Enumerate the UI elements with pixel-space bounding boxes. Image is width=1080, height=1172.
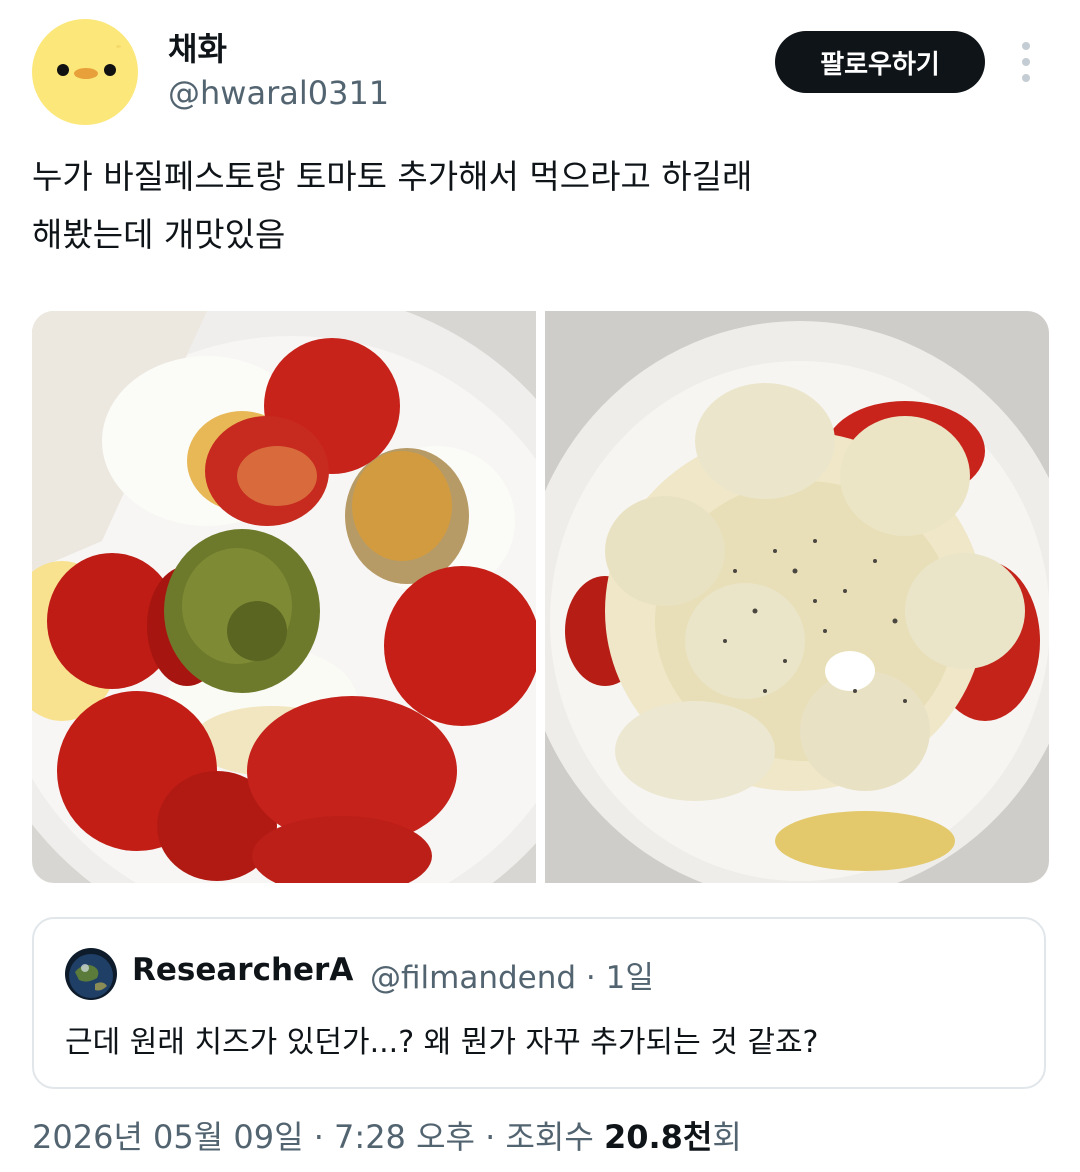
more-options-icon[interactable]	[1014, 42, 1038, 82]
more-dot	[1022, 58, 1030, 66]
media-grid	[32, 311, 1049, 883]
tweet-text: 누가 바질페스토랑 토마토 추가해서 먹으라고 하길래 해봤는데 개맛있음	[32, 157, 753, 254]
quoted-tweet[interactable]: ResearcherA @filmandend · 1일 근데 원래 치즈가 있…	[32, 917, 1046, 1089]
quote-author-name[interactable]: ResearcherA	[132, 952, 353, 988]
media-photo-mayo-salad[interactable]	[545, 311, 1049, 883]
follow-button[interactable]: 팔로우하기	[775, 31, 985, 93]
tweet-timestamp[interactable]: 2026년 05월 09일 · 7:28 오후 · 조회수	[32, 1118, 604, 1156]
view-count: 20.8천	[603, 1118, 713, 1156]
tweet-footer: 2026년 05월 09일 · 7:28 오후 · 조회수 20.8천회	[32, 1112, 742, 1158]
avatar-right-eye	[104, 64, 116, 76]
view-count-suffix: 회	[712, 1118, 742, 1156]
earth-icon	[65, 948, 117, 1000]
author-avatar[interactable]	[32, 19, 138, 125]
photo-pesto-image	[32, 311, 536, 883]
author-handle[interactable]: @hwaral0311	[168, 74, 389, 112]
avatar-shine	[116, 45, 121, 48]
media-photo-pesto-tomato[interactable]	[32, 311, 536, 883]
quote-author-avatar[interactable]	[65, 948, 117, 1000]
avatar-beak	[74, 68, 98, 79]
author-name[interactable]: 채화	[168, 24, 227, 70]
photo-mayo-image	[545, 311, 1049, 883]
quote-text: 근데 원래 치즈가 있던가...? 왜 뭔가 자꾸 추가되는 것 같죠?	[65, 1025, 819, 1060]
avatar-left-eye	[57, 64, 69, 76]
more-dot	[1022, 74, 1030, 82]
quote-author-meta[interactable]: @filmandend · 1일	[370, 952, 654, 997]
more-dot	[1022, 42, 1030, 50]
